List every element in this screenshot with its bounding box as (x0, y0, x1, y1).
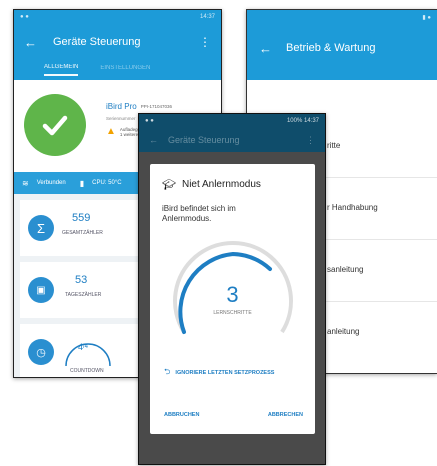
toolbar: ← Betrieb & Wartung (247, 24, 437, 72)
warning-icon: ▲ (106, 126, 116, 137)
calendar-icon[interactable]: ▣ (28, 277, 54, 303)
list-item-label: r Handhabung (327, 203, 378, 212)
tab-bar: ALLGEMEIN EINSTELLUNGEN (14, 60, 221, 80)
list-item-label: ritte (327, 141, 341, 150)
page-title: Betrieb & Wartung (286, 42, 376, 54)
checkmark-icon (24, 94, 86, 156)
undo-icon: ⮌ (164, 367, 171, 376)
timer-icon[interactable]: ◷ (28, 339, 54, 365)
back-arrow-icon[interactable]: ← (259, 41, 272, 56)
status-bar: ● ● 100% 14:37 (139, 114, 325, 128)
list-item-label: sanleitung (327, 265, 364, 274)
ignore-last-button[interactable]: ⮌ IGNORIERE LETZTEN SETZPROZESS (164, 366, 274, 380)
status-bar: ▮ ● (247, 10, 437, 24)
more-vert-icon: ⋮ (306, 134, 315, 145)
back-arrow-icon: ← (149, 135, 158, 145)
status-time: 14:37 (199, 14, 215, 20)
ignore-label: IGNORIERE LETZTEN SETZPROZESS (175, 370, 275, 376)
dimmed-title: Geräte Steuerung (168, 135, 240, 145)
dialog-title: Niet Anlernmodus (181, 179, 261, 190)
more-vert-icon[interactable]: ⋮ (199, 35, 211, 49)
device-id: PPI-171047036 (140, 104, 172, 109)
toolbar: ← Geräte Steuerung ⋮ (14, 24, 221, 60)
phone-teach-mode-dialog: ● ● 100% 14:37 ← Geräte Steuerung ⋮ 🎓︎ N… (138, 113, 326, 465)
dialog-message: iBird befindet sich im Anlernmodus. (162, 204, 236, 223)
status-bar: ● ● 14:37 (14, 10, 221, 24)
sum-icon[interactable]: Σ (28, 215, 54, 241)
device-name: iBird Pro (106, 102, 137, 111)
back-arrow-icon[interactable]: ← (24, 35, 37, 50)
tab-general[interactable]: ALLGEMEIN (44, 64, 79, 76)
list-item-label: anleitung (327, 327, 360, 336)
teach-mode-dialog: 🎓︎ Niet Anlernmodus iBird befindet sich … (150, 164, 315, 434)
status-text: 100% 14:37 (286, 118, 319, 124)
header: ▮ ● ← Betrieb & Wartung (247, 10, 437, 80)
stat-total-value: 559 (72, 212, 91, 224)
countdown-total: /4 (83, 344, 89, 350)
graduation-cap-icon: 🎓︎ (162, 179, 176, 191)
stat-daily-label: TAGESZÄHLER (65, 292, 102, 298)
battery-icon: ▮ (79, 178, 85, 188)
status-icons: ● ● (145, 118, 154, 124)
stat-total-label: GESAMTZÄHLER (62, 230, 103, 236)
countdown-label: COUNTDOWN (70, 368, 104, 374)
learn-count-label: LERNSCHRITTE (213, 310, 252, 316)
status-icons: ▮ ● (422, 14, 431, 21)
temp-label: CPU: 50°C (92, 180, 122, 186)
learn-count: 3 (226, 282, 239, 307)
status-icons: ● ● (20, 14, 29, 20)
dimmed-header: ● ● 100% 14:37 ← Geräte Steuerung ⋮ (139, 114, 325, 152)
tab-settings[interactable]: EINSTELLUNGEN (100, 65, 150, 75)
abort-button[interactable]: ABBRECHEN (268, 412, 303, 418)
connection-label: Verbunden (36, 180, 66, 186)
wifi-icon: ≋ (22, 178, 29, 188)
cancel-button[interactable]: ABBRUCHEN (164, 412, 199, 418)
page-title: Geräte Steuerung (53, 36, 141, 48)
device-detail: Seriennummer (106, 116, 136, 121)
header: ● ● 14:37 ← Geräte Steuerung ⋮ ALLGEMEIN… (14, 10, 221, 80)
stat-daily-value: 53 (75, 274, 88, 286)
